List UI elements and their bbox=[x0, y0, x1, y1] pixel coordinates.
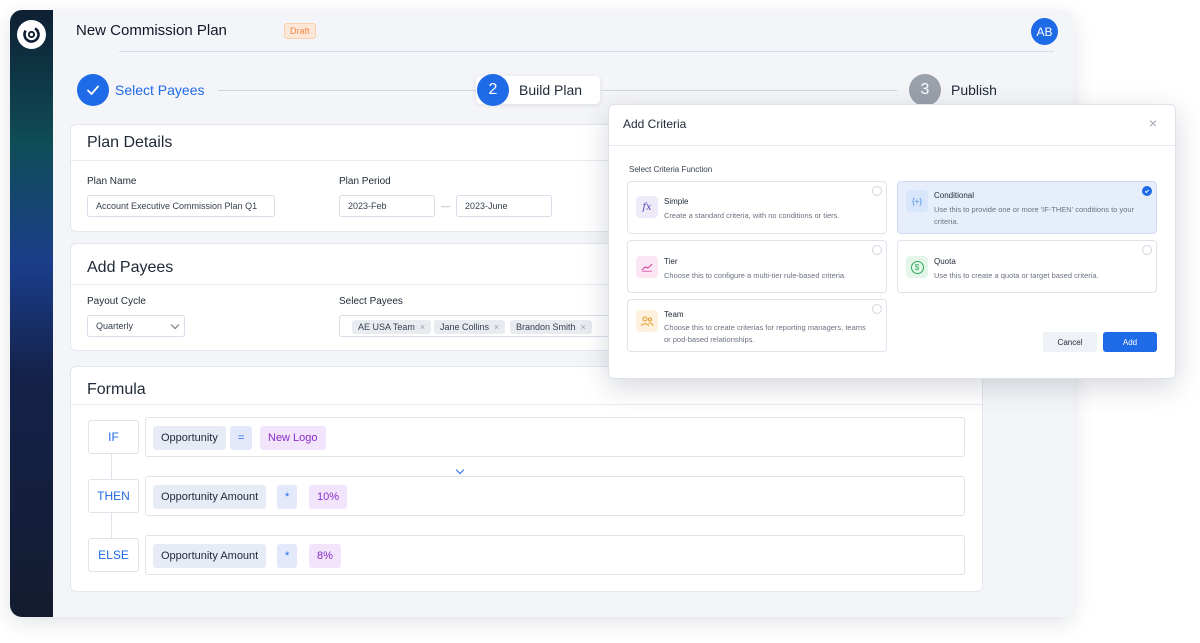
option-radio[interactable] bbox=[872, 186, 882, 196]
chevron-down-icon bbox=[170, 320, 180, 330]
app-logo[interactable] bbox=[17, 20, 46, 49]
conditional-icon: {+} bbox=[906, 190, 928, 212]
then-expression-row[interactable]: Opportunity Amount * 10% bbox=[145, 476, 965, 516]
sidebar bbox=[10, 10, 53, 617]
stepper-connector bbox=[218, 90, 476, 91]
if-field-token[interactable]: Opportunity bbox=[153, 426, 226, 450]
top-bar: New Commission Plan Draft AB bbox=[53, 10, 1074, 52]
add-criteria-modal: Add Criteria × Select Criteria Function … bbox=[608, 104, 1176, 379]
dollar-icon: $ bbox=[910, 260, 924, 274]
else-keyword[interactable]: ELSE bbox=[88, 538, 139, 572]
criteria-option-team[interactable]: Team Choose this to create criterias for… bbox=[627, 299, 887, 352]
logo-icon bbox=[23, 26, 40, 43]
plan-period-label: Plan Period bbox=[339, 176, 391, 187]
stepper-connector bbox=[601, 90, 897, 91]
option-title: Simple bbox=[664, 197, 689, 206]
else-field-token[interactable]: Opportunity Amount bbox=[153, 544, 267, 568]
period-end-input[interactable]: 2023-June bbox=[456, 195, 552, 217]
option-title: Quota bbox=[934, 257, 956, 266]
plan-details-title: Plan Details bbox=[87, 134, 173, 151]
plan-name-input[interactable]: Account Executive Commission Plan Q1 bbox=[87, 195, 275, 217]
if-expression-row[interactable]: Opportunity = New Logo bbox=[145, 417, 965, 457]
check-icon bbox=[1144, 188, 1150, 193]
if-value-token[interactable]: New Logo bbox=[260, 426, 326, 450]
avatar[interactable]: AB bbox=[1031, 18, 1058, 45]
option-radio[interactable] bbox=[872, 245, 882, 255]
card-divider bbox=[71, 404, 982, 405]
option-description: Use this to provide one or more 'IF-THEN… bbox=[934, 205, 1135, 226]
payout-cycle-value: Quarterly bbox=[96, 321, 134, 331]
modal-title: Add Criteria bbox=[623, 117, 687, 131]
formula-connector bbox=[111, 512, 112, 538]
formula-card: Formula IF Opportunity = New Logo THEN O… bbox=[70, 366, 983, 592]
payee-chip[interactable]: Jane Collins × bbox=[434, 320, 506, 334]
step-3-indicator[interactable]: 3 bbox=[909, 74, 941, 106]
step-1-indicator[interactable] bbox=[77, 74, 109, 106]
else-value-token[interactable]: 8% bbox=[309, 544, 341, 568]
payee-chip-label: Brandon Smith bbox=[516, 322, 576, 332]
remove-chip-icon[interactable]: × bbox=[420, 322, 425, 332]
modal-divider bbox=[609, 145, 1175, 146]
then-keyword[interactable]: THEN bbox=[88, 479, 139, 513]
option-radio[interactable] bbox=[872, 304, 882, 314]
check-icon bbox=[87, 85, 99, 95]
step-2-indicator[interactable]: 2 bbox=[477, 74, 509, 106]
payee-chip-label: AE USA Team bbox=[358, 322, 415, 332]
plan-name-label: Plan Name bbox=[87, 176, 137, 187]
if-operator-token[interactable]: = bbox=[230, 426, 253, 450]
team-icon bbox=[636, 310, 658, 332]
then-value-token[interactable]: 10% bbox=[309, 485, 348, 509]
criteria-option-tier[interactable]: Tier Choose this to configure a multi-ti… bbox=[627, 240, 887, 293]
else-operator-token[interactable]: * bbox=[277, 544, 298, 568]
formula-connector bbox=[111, 453, 112, 479]
payout-cycle-label: Payout Cycle bbox=[87, 296, 146, 307]
select-payees-input[interactable]: AE USA Team × Jane Collins × Brandon Smi… bbox=[339, 315, 619, 337]
then-operator-token[interactable]: * bbox=[277, 485, 298, 509]
option-description: Choose this to configure a multi-tier ru… bbox=[664, 271, 847, 280]
step-2-label[interactable]: Build Plan bbox=[519, 82, 582, 98]
users-icon bbox=[641, 316, 654, 327]
period-separator: — bbox=[441, 201, 450, 211]
step-1-label[interactable]: Select Payees bbox=[115, 82, 205, 98]
function-icon: fx bbox=[636, 196, 658, 218]
stepper: Select Payees 2 Build Plan 3 Publish bbox=[53, 62, 1074, 106]
close-icon[interactable]: × bbox=[1149, 115, 1157, 131]
if-keyword[interactable]: IF bbox=[88, 420, 139, 454]
select-payees-label: Select Payees bbox=[339, 296, 403, 307]
add-button[interactable]: Add bbox=[1103, 332, 1157, 352]
else-expression-row[interactable]: Opportunity Amount * 8% bbox=[145, 535, 965, 575]
quota-icon: $ bbox=[906, 256, 928, 278]
chevron-down-icon[interactable] bbox=[455, 465, 465, 475]
tier-icon bbox=[636, 256, 658, 278]
payee-chip[interactable]: AE USA Team × bbox=[352, 320, 432, 334]
option-title: Team bbox=[664, 310, 684, 319]
cancel-button[interactable]: Cancel bbox=[1043, 332, 1097, 352]
add-payees-title: Add Payees bbox=[87, 259, 174, 276]
status-badge: Draft bbox=[284, 23, 316, 39]
option-description: Choose this to create criterias for repo… bbox=[664, 323, 866, 344]
criteria-option-simple[interactable]: fx Simple Create a standard criteria, wi… bbox=[627, 181, 887, 234]
option-title: Conditional bbox=[934, 191, 975, 200]
header-divider bbox=[119, 51, 1054, 52]
option-description: Create a standard criteria, with no cond… bbox=[664, 211, 840, 220]
period-start-input[interactable]: 2023-Feb bbox=[339, 195, 435, 217]
payee-chip[interactable]: Brandon Smith × bbox=[510, 320, 592, 334]
option-radio[interactable] bbox=[1142, 245, 1152, 255]
payee-chip-label: Jane Collins bbox=[440, 322, 490, 332]
payout-cycle-select[interactable]: Quarterly bbox=[87, 315, 185, 337]
step-3-label[interactable]: Publish bbox=[951, 82, 997, 98]
option-radio-checked[interactable] bbox=[1142, 186, 1152, 196]
then-field-token[interactable]: Opportunity Amount bbox=[153, 485, 267, 509]
option-description: Use this to create a quota or target bas… bbox=[934, 271, 1099, 280]
tier-graph-icon bbox=[641, 263, 653, 272]
option-title: Tier bbox=[664, 257, 678, 266]
criteria-function-label: Select Criteria Function bbox=[629, 165, 713, 174]
formula-title: Formula bbox=[87, 381, 146, 398]
criteria-option-quota[interactable]: $ Quota Use this to create a quota or ta… bbox=[897, 240, 1157, 293]
remove-chip-icon[interactable]: × bbox=[581, 322, 586, 332]
remove-chip-icon[interactable]: × bbox=[494, 322, 499, 332]
page-title: New Commission Plan bbox=[76, 22, 227, 39]
criteria-option-conditional[interactable]: {+} Conditional Use this to provide one … bbox=[897, 181, 1157, 234]
